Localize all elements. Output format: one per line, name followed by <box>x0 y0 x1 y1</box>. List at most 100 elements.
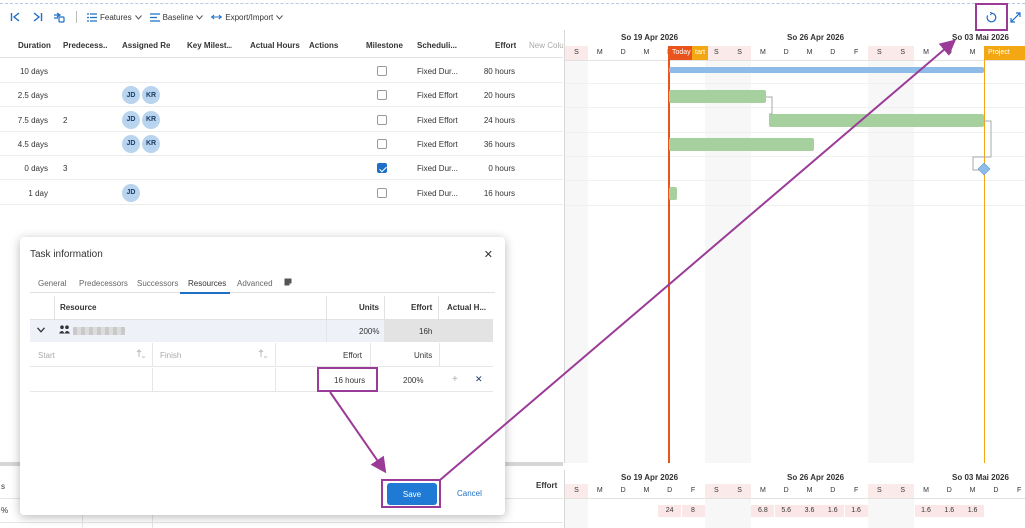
start-cell[interactable] <box>30 368 152 392</box>
day-header: D <box>830 487 836 494</box>
avatar[interactable]: JD <box>122 86 140 105</box>
assignment-units[interactable]: 200% <box>403 376 423 385</box>
col-predecessors[interactable]: Predecess... <box>63 41 108 50</box>
table-row[interactable]: 7.5 days 2 Fixed Effort 24 hours JD KR <box>0 108 563 132</box>
active-tab-underline <box>180 292 230 294</box>
milestone-checkbox[interactable] <box>377 66 387 76</box>
chevron-down-icon[interactable] <box>37 326 45 335</box>
col-new-column[interactable]: New Colu <box>529 41 563 50</box>
tab-successors[interactable]: Successors <box>137 279 178 288</box>
milestone-checkbox[interactable] <box>377 163 387 174</box>
duration-cell[interactable]: 2.5 days <box>18 91 48 100</box>
day-header: D <box>620 487 626 494</box>
scheduling-cell[interactable]: Fixed Effort <box>417 91 458 100</box>
sub-col-effort[interactable]: Effort <box>343 351 362 360</box>
duration-cell[interactable]: 0 days <box>24 164 48 173</box>
sub-col-start[interactable]: Start <box>38 351 55 360</box>
milestone-diamond[interactable] <box>977 162 991 176</box>
col-divider <box>152 343 153 367</box>
effort-cell[interactable]: 16 hours <box>484 189 515 198</box>
avatar[interactable]: JD <box>122 110 140 129</box>
effort-cell[interactable]: 24 hours <box>484 116 515 125</box>
remove-icon[interactable]: ✕ <box>475 374 483 385</box>
fullscreen-button[interactable] <box>1008 9 1022 25</box>
duration-cell[interactable]: 4.5 days <box>18 140 48 149</box>
tab-advanced[interactable]: Advanced <box>237 279 273 288</box>
assignment-row: 16 hours 200% + ✕ <box>30 368 493 392</box>
scheduling-cell[interactable]: Fixed Effort <box>417 116 458 125</box>
col-duration[interactable]: Duration <box>18 41 51 50</box>
effort-value: 8 <box>681 505 705 517</box>
col-effort[interactable]: Effort <box>411 303 432 312</box>
sort-icon[interactable] <box>258 349 268 360</box>
finish-cell[interactable] <box>153 368 274 392</box>
milestone-checkbox[interactable] <box>377 114 387 125</box>
avatar[interactable]: KR <box>142 86 160 105</box>
skip-to-end-icon[interactable] <box>30 10 44 24</box>
col-actions[interactable]: Actions <box>309 41 338 50</box>
tab-resources[interactable]: Resources <box>188 279 226 288</box>
day-header: M <box>596 487 603 494</box>
dependency-lines <box>766 96 992 176</box>
col-units[interactable]: Units <box>359 303 379 312</box>
table-row[interactable]: 0 days 3 Fixed Dur... 0 hours <box>0 156 563 181</box>
add-icon[interactable]: + <box>452 374 458 385</box>
day-header: F <box>690 487 696 494</box>
col-scheduling[interactable]: Scheduli... <box>417 41 457 50</box>
milestone-checkbox[interactable] <box>377 90 387 101</box>
duration-cell[interactable]: 1 day <box>28 189 48 198</box>
skip-to-start-icon[interactable] <box>8 10 22 24</box>
close-icon[interactable]: ✕ <box>484 248 493 261</box>
scheduling-cell[interactable]: Fixed Dur... <box>417 67 458 76</box>
scheduling-cell[interactable]: Fixed Dur... <box>417 189 458 198</box>
baseline-menu[interactable]: Baseline <box>149 13 204 22</box>
duration-cell[interactable]: 7.5 days <box>18 116 48 125</box>
col-assigned-resources[interactable]: Assigned Re... <box>122 41 170 50</box>
resource-effort: 16h <box>419 327 433 336</box>
avatar[interactable]: JD <box>122 134 140 153</box>
sub-col-finish[interactable]: Finish <box>160 351 181 360</box>
day-header: M <box>806 487 813 494</box>
scheduling-cell[interactable]: Fixed Effort <box>417 140 458 149</box>
col-resource[interactable]: Resource <box>60 303 96 312</box>
team-icon <box>59 325 70 336</box>
avatar[interactable]: KR <box>142 134 160 153</box>
milestone-checkbox[interactable] <box>377 187 387 198</box>
predecessor-cell[interactable]: 3 <box>63 164 67 173</box>
gantt-chart[interactable]: So 19 Apr 2026 So 26 Apr 2026 So 03 Mai 20… <box>564 30 1025 463</box>
notes-tab-icon[interactable] <box>284 278 292 288</box>
dependency-line <box>766 96 773 115</box>
effort-cell[interactable]: 20 hours <box>484 91 515 100</box>
features-menu[interactable]: Features <box>87 13 142 22</box>
scroll-to-task-icon[interactable] <box>52 10 66 24</box>
col-effort[interactable]: Effort <box>495 41 516 50</box>
tab-general[interactable]: General <box>38 279 66 288</box>
scheduling-cell[interactable]: Fixed Dur... <box>417 164 458 173</box>
effort-cell[interactable]: 36 hours <box>484 140 515 149</box>
resource-name-redacted <box>73 327 125 335</box>
table-row[interactable]: 4.5 days Fixed Effort 36 hours JD KR <box>0 132 563 156</box>
toolbar-separator <box>76 11 77 23</box>
milestone-checkbox[interactable] <box>377 138 387 149</box>
duration-cell[interactable]: 10 days <box>20 67 48 76</box>
effort-cell[interactable]: 80 hours <box>484 67 515 76</box>
table-row[interactable]: 1 day Fixed Dur... 16 hours JD <box>0 181 563 205</box>
avatar[interactable]: KR <box>142 110 160 129</box>
table-row[interactable]: 10 days Fixed Dur... 80 hours <box>0 59 563 83</box>
predecessor-cell[interactable]: 2 <box>63 116 67 125</box>
weekend-column <box>891 498 915 528</box>
effort-cell[interactable]: 0 hours <box>488 164 515 173</box>
avatar[interactable]: JD <box>122 183 140 202</box>
table-row[interactable]: 2.5 days Fixed Effort 20 hours JD KR <box>0 83 563 108</box>
col-actual-hours[interactable]: Actual H... <box>447 303 491 312</box>
col-milestone[interactable]: Milestone <box>366 41 403 50</box>
col-key-milestone[interactable]: Key Milest... <box>187 41 232 50</box>
tab-predecessors[interactable]: Predecessors <box>79 279 128 288</box>
export-import-menu[interactable]: Export/Import <box>211 13 284 22</box>
week-header: So 03 Mai 2026 <box>952 473 1009 482</box>
cancel-button[interactable]: Cancel <box>457 489 482 498</box>
sort-icon[interactable] <box>136 349 146 360</box>
col-actual-hours[interactable]: Actual Hours <box>250 41 300 50</box>
resource-row[interactable]: 200% 16h <box>30 320 493 342</box>
sub-col-units[interactable]: Units <box>414 351 432 360</box>
